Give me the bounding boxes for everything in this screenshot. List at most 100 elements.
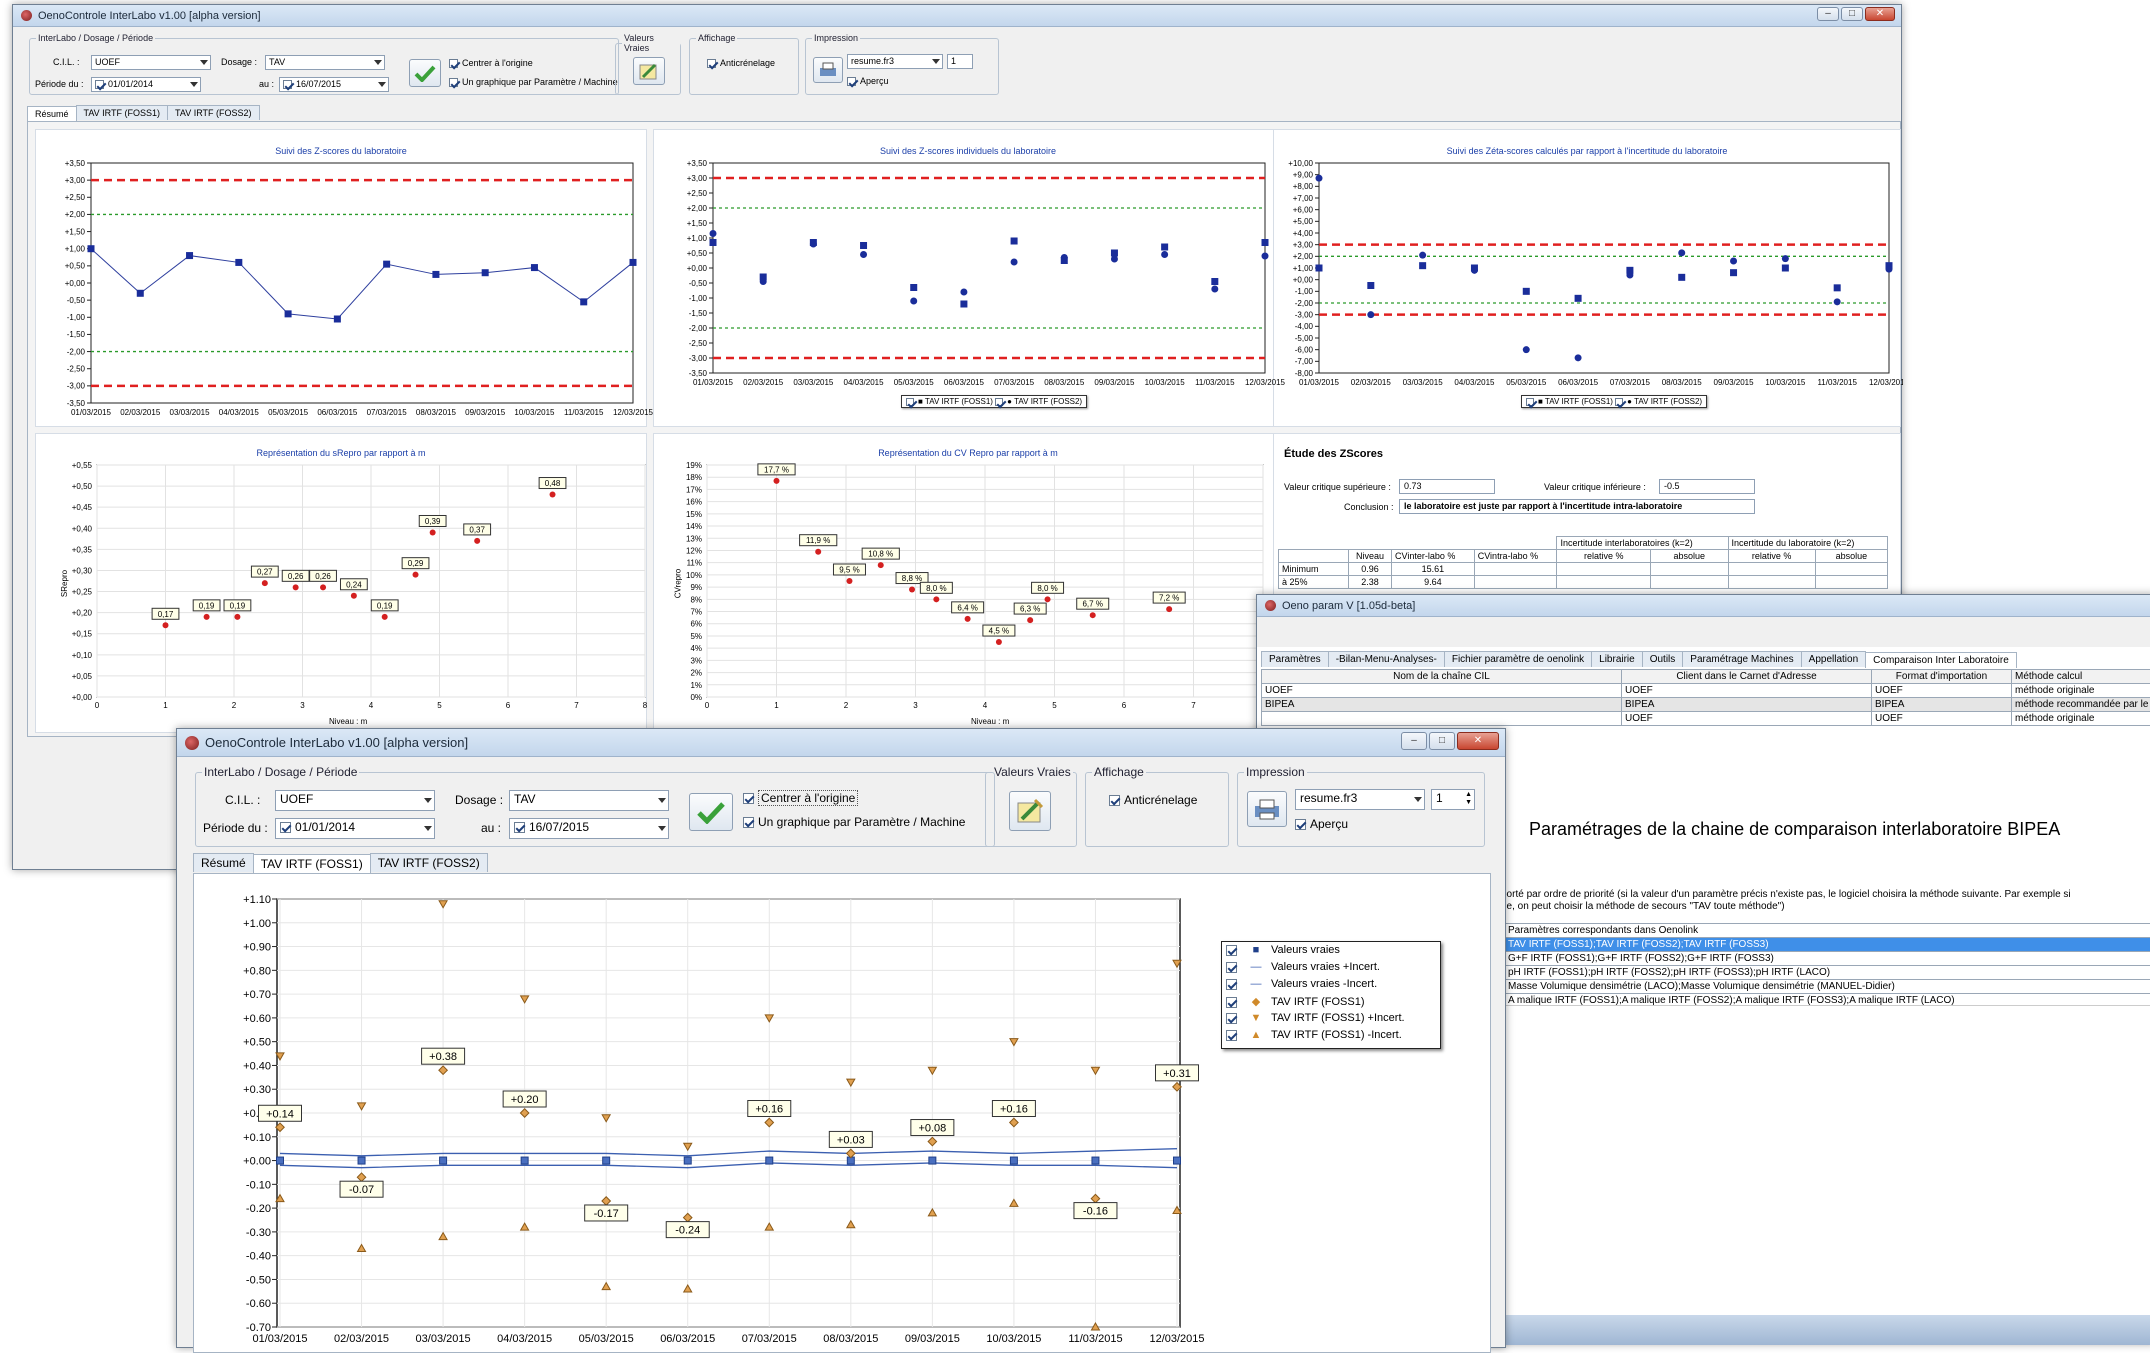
table-row[interactable]: TAV IRTF (FOSS1);TAV IRTF (FOSS2);TAV IR… bbox=[1502, 938, 2150, 952]
y-tick-label: +4,00 bbox=[1293, 229, 1314, 238]
legend-check[interactable] bbox=[995, 398, 1003, 406]
data-point-foss1 bbox=[1211, 278, 1218, 285]
legend-check[interactable] bbox=[906, 398, 914, 406]
column-header[interactable]: Format d'importation bbox=[1872, 670, 2012, 684]
data-label: 0,26 bbox=[288, 572, 304, 581]
tab-fichier[interactable]: Fichier paramètre de oenolink bbox=[1444, 651, 1592, 667]
legend-item[interactable]: ▲TAV IRTF (FOSS1) -Incert. bbox=[1226, 1029, 1436, 1046]
legend-check[interactable] bbox=[1226, 962, 1237, 973]
y-tick-label: +0,40 bbox=[72, 524, 93, 533]
x-tick-label: 07/03/2015 bbox=[742, 1333, 797, 1345]
y-tick-label: -0.10 bbox=[246, 1179, 271, 1191]
x-tick-label: 03/03/2015 bbox=[1403, 378, 1444, 387]
data-point-foss2 bbox=[1886, 266, 1893, 273]
legend-item[interactable]: —Valeurs vraies +Incert. bbox=[1226, 961, 1436, 978]
legend-check[interactable] bbox=[1226, 1030, 1237, 1041]
y-tick-label: -7,00 bbox=[1295, 357, 1314, 366]
data-point bbox=[204, 614, 210, 620]
table-row[interactable]: BIPEABIPEABIPEAméthode recommandée par l… bbox=[1262, 698, 2150, 712]
data-label: 6,3 % bbox=[1020, 605, 1040, 614]
y-tick-label: 1% bbox=[690, 681, 702, 690]
column-header[interactable]: Paramètres correspondants dans Oenolink bbox=[1502, 924, 2150, 938]
table-row[interactable]: UOEFUOEFUOEFméthode originale bbox=[1262, 684, 2150, 698]
data-point-foss1 bbox=[1523, 288, 1530, 295]
data-point bbox=[1045, 596, 1051, 602]
y-tick-label: +0,30 bbox=[72, 566, 93, 575]
true-value-point bbox=[1092, 1157, 1099, 1164]
y-tick-label: +1.00 bbox=[243, 918, 271, 930]
x-tick-label: 0 bbox=[95, 701, 100, 710]
x-tick-label: 8 bbox=[643, 701, 648, 710]
tab-parametrage-machines[interactable]: Paramétrage Machines bbox=[1682, 651, 1801, 667]
legend-item[interactable]: —Valeurs vraies -Incert. bbox=[1226, 978, 1436, 995]
data-point-foss2 bbox=[1061, 254, 1068, 261]
data-point bbox=[163, 622, 169, 628]
y-tick-label: -0.50 bbox=[246, 1274, 271, 1286]
data-point bbox=[383, 261, 390, 268]
param-scroll-area[interactable] bbox=[1501, 1005, 2150, 1251]
x-tick-label: 12/03/2015 bbox=[613, 408, 654, 417]
x-tick-label: 08/03/2015 bbox=[1044, 378, 1085, 387]
y-tick-label: -0.30 bbox=[246, 1227, 271, 1239]
tab-comparaison[interactable]: Comparaison Inter Laboratoire bbox=[1865, 652, 2017, 668]
table-row[interactable]: pH IRTF (FOSS1);pH IRTF (FOSS2);pH IRTF … bbox=[1502, 966, 2150, 980]
tab-librairie[interactable]: Librairie bbox=[1591, 651, 1643, 667]
data-label: +0.08 bbox=[918, 1123, 946, 1135]
param-window-titlebar[interactable]: Oeno param V [1.05d-beta] bbox=[1257, 595, 2150, 617]
data-label: 10,8 % bbox=[868, 550, 893, 559]
x-tick-label: 10/03/2015 bbox=[1145, 378, 1186, 387]
x-tick-label: 08/03/2015 bbox=[1662, 378, 1703, 387]
table-row[interactable]: UOEFUOEFméthode originale bbox=[1262, 712, 2150, 726]
x-tick-label: 06/03/2015 bbox=[1558, 378, 1599, 387]
legend-item[interactable]: ◆TAV IRTF (FOSS1) bbox=[1226, 995, 1436, 1012]
x-tick-label: 01/03/2015 bbox=[71, 408, 112, 417]
x-tick-label: 09/03/2015 bbox=[1094, 378, 1135, 387]
y-tick-label: +10,00 bbox=[1288, 159, 1313, 168]
data-label: 17,7 % bbox=[764, 465, 789, 474]
table-row[interactable]: G+F IRTF (FOSS1);G+F IRTF (FOSS2);G+F IR… bbox=[1502, 952, 2150, 966]
legend-label: Valeurs vraies +Incert. bbox=[1271, 961, 1380, 973]
legend-check[interactable] bbox=[1526, 398, 1534, 406]
x-tick-label: 03/03/2015 bbox=[170, 408, 211, 417]
data-label: 0,19 bbox=[377, 601, 393, 610]
column-header[interactable]: Méthode calcul bbox=[2012, 670, 2150, 684]
diamond-marker-icon: ◆ bbox=[1241, 995, 1271, 1008]
data-label: 0,37 bbox=[469, 525, 485, 534]
legend-item[interactable]: ■Valeurs vraies bbox=[1226, 944, 1436, 961]
y-tick-label: +3,50 bbox=[687, 159, 708, 168]
tab-parametres[interactable]: Paramètres bbox=[1261, 651, 1329, 667]
data-point bbox=[1090, 612, 1096, 618]
legend-check[interactable] bbox=[1615, 398, 1623, 406]
column-header[interactable]: Nom de la chaîne CIL bbox=[1262, 670, 1622, 684]
data-point bbox=[413, 572, 419, 578]
legend-label: TAV IRTF (FOSS1) +Incert. bbox=[1271, 1012, 1405, 1024]
data-point bbox=[432, 271, 439, 278]
y-tick-label: +0.60 bbox=[243, 1013, 271, 1025]
y-tick-label: +0,00 bbox=[1293, 275, 1314, 284]
tab-appellation[interactable]: Appellation bbox=[1801, 651, 1866, 667]
y-tick-label: 15% bbox=[686, 510, 702, 519]
srepro-xlabel: Niveau : m bbox=[329, 717, 367, 726]
data-label: 0,26 bbox=[315, 572, 331, 581]
y-tick-label: +1.10 bbox=[243, 894, 271, 906]
data-point-foss1 bbox=[1782, 265, 1789, 272]
tab-outils[interactable]: Outils bbox=[1642, 651, 1684, 667]
legend-check[interactable] bbox=[1226, 945, 1237, 956]
data-point bbox=[909, 587, 915, 593]
legend-check[interactable] bbox=[1226, 1013, 1237, 1024]
data-point-foss2 bbox=[1367, 311, 1374, 318]
tab-bilan[interactable]: -Bilan-Menu-Analyses- bbox=[1328, 651, 1445, 667]
column-header[interactable]: Client dans le Carnet d'Adresse bbox=[1622, 670, 1872, 684]
y-tick-label: +8,00 bbox=[1293, 182, 1314, 191]
legend-item[interactable]: ▼TAV IRTF (FOSS1) +Incert. bbox=[1226, 1012, 1436, 1029]
legend-check[interactable] bbox=[1226, 997, 1237, 1008]
data-point-foss2 bbox=[1211, 286, 1218, 293]
x-tick-label: 11/03/2015 bbox=[1817, 378, 1857, 387]
y-tick-label: +1,00 bbox=[687, 234, 708, 243]
table-row[interactable]: Masse Volumique densimétrie (LACO);Masse… bbox=[1502, 980, 2150, 994]
true-value-point bbox=[1174, 1157, 1181, 1164]
legend-check[interactable] bbox=[1226, 979, 1237, 990]
data-label: +0.16 bbox=[755, 1104, 783, 1116]
data-label: +0.16 bbox=[1000, 1104, 1028, 1116]
data-label: 8,8 % bbox=[902, 574, 922, 583]
